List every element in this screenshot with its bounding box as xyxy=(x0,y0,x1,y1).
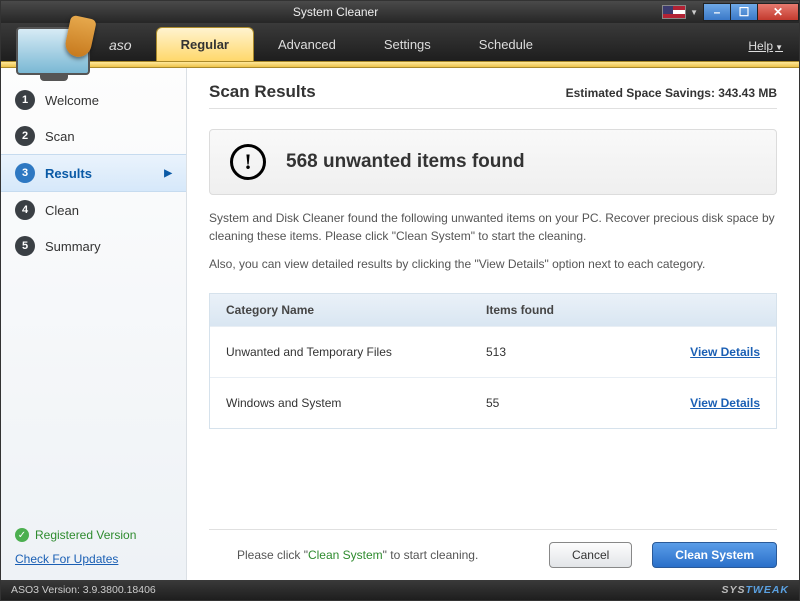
step-number: 5 xyxy=(15,236,35,256)
brand-part1: SYS xyxy=(721,584,745,596)
col-action xyxy=(646,303,760,317)
brand-part2: TWEAK xyxy=(746,584,790,596)
tab-regular[interactable]: Regular xyxy=(156,27,254,61)
cell-items: 513 xyxy=(486,345,646,359)
language-dropdown-icon[interactable]: ▼ xyxy=(690,8,698,17)
content-header: Scan Results Estimated Space Savings: 34… xyxy=(209,82,777,109)
step-results[interactable]: 3 Results ▶ xyxy=(1,154,186,192)
hint-highlight: Clean System xyxy=(308,548,383,562)
help-label: Help xyxy=(748,39,773,53)
main-tabstrip: aso Regular Advanced Settings Schedule H… xyxy=(1,23,799,61)
chevron-down-icon: ▼ xyxy=(775,43,783,52)
step-label: Results xyxy=(45,166,92,181)
space-savings: Estimated Space Savings: 343.43 MB xyxy=(566,86,777,100)
language-flag-icon[interactable] xyxy=(662,5,686,19)
step-number: 4 xyxy=(15,200,35,220)
hint-suffix: " to start cleaning. xyxy=(383,548,479,562)
main-content: Scan Results Estimated Space Savings: 34… xyxy=(187,68,799,580)
titlebar: System Cleaner ▼ – ☐ ✕ xyxy=(1,1,799,23)
minimize-button[interactable]: – xyxy=(703,3,731,21)
view-details-link[interactable]: View Details xyxy=(690,396,760,410)
step-label: Scan xyxy=(45,129,75,144)
step-clean[interactable]: 4 Clean xyxy=(1,192,186,228)
savings-label: Estimated Space Savings: xyxy=(566,86,719,100)
tab-settings[interactable]: Settings xyxy=(360,28,455,61)
statusbar: ASO3 Version: 3.9.3800.18406 SYSTWEAK xyxy=(1,580,799,600)
alert-text: 568 unwanted items found xyxy=(286,151,525,173)
brand-label: aso xyxy=(101,37,156,61)
table-row: Windows and System 55 View Details xyxy=(210,377,776,428)
step-welcome[interactable]: 1 Welcome xyxy=(1,82,186,118)
check-updates-link[interactable]: Check For Updates xyxy=(15,552,172,566)
sidebar-footer: ✓ Registered Version Check For Updates xyxy=(1,518,186,580)
help-link[interactable]: Help▼ xyxy=(748,39,799,61)
description-1: System and Disk Cleaner found the follow… xyxy=(209,209,777,245)
description-2: Also, you can view detailed results by c… xyxy=(209,257,777,271)
table-row: Unwanted and Temporary Files 513 View De… xyxy=(210,326,776,377)
step-scan[interactable]: 2 Scan xyxy=(1,118,186,154)
cell-items: 55 xyxy=(486,396,646,410)
col-items: Items found xyxy=(486,303,646,317)
app-logo xyxy=(9,23,97,79)
vendor-brand: SYSTWEAK xyxy=(721,584,789,596)
tab-schedule[interactable]: Schedule xyxy=(455,28,557,61)
step-label: Welcome xyxy=(45,93,99,108)
body: 1 Welcome 2 Scan 3 Results ▶ 4 Clean 5 xyxy=(1,68,799,580)
version-label: ASO3 Version: 3.9.3800.18406 xyxy=(11,584,156,596)
cancel-button[interactable]: Cancel xyxy=(549,542,632,568)
registered-label: Registered Version xyxy=(35,528,136,542)
close-button[interactable]: ✕ xyxy=(757,3,799,21)
tab-advanced[interactable]: Advanced xyxy=(254,28,360,61)
app-window: System Cleaner ▼ – ☐ ✕ aso Regular Advan… xyxy=(0,0,800,601)
results-table: Category Name Items found Unwanted and T… xyxy=(209,293,777,429)
clean-system-button[interactable]: Clean System xyxy=(652,542,777,568)
step-number: 3 xyxy=(15,163,35,183)
check-icon: ✓ xyxy=(15,528,29,542)
window-controls: – ☐ ✕ xyxy=(704,3,799,21)
step-number: 2 xyxy=(15,126,35,146)
cell-category: Windows and System xyxy=(226,396,486,410)
sidebar: 1 Welcome 2 Scan 3 Results ▶ 4 Clean 5 xyxy=(1,68,187,580)
savings-value: 343.43 MB xyxy=(718,86,777,100)
registered-status: ✓ Registered Version xyxy=(15,528,172,542)
tab-underline xyxy=(1,61,799,68)
cell-category: Unwanted and Temporary Files xyxy=(226,345,486,359)
active-arrow-icon: ▶ xyxy=(164,168,172,179)
alert-box: ! 568 unwanted items found xyxy=(209,129,777,195)
action-footer: Please click "Clean System" to start cle… xyxy=(209,529,777,580)
step-label: Clean xyxy=(45,203,79,218)
step-label: Summary xyxy=(45,239,101,254)
step-number: 1 xyxy=(15,90,35,110)
page-title: Scan Results xyxy=(209,82,316,102)
view-details-link[interactable]: View Details xyxy=(690,345,760,359)
hint-text: Please click "Clean System" to start cle… xyxy=(209,548,529,562)
hint-prefix: Please click " xyxy=(237,548,308,562)
col-category: Category Name xyxy=(226,303,486,317)
table-header: Category Name Items found xyxy=(210,294,776,326)
maximize-button[interactable]: ☐ xyxy=(730,3,758,21)
step-summary[interactable]: 5 Summary xyxy=(1,228,186,264)
window-title: System Cleaner xyxy=(9,5,662,19)
warning-icon: ! xyxy=(230,144,266,180)
wizard-steps: 1 Welcome 2 Scan 3 Results ▶ 4 Clean 5 xyxy=(1,68,186,518)
